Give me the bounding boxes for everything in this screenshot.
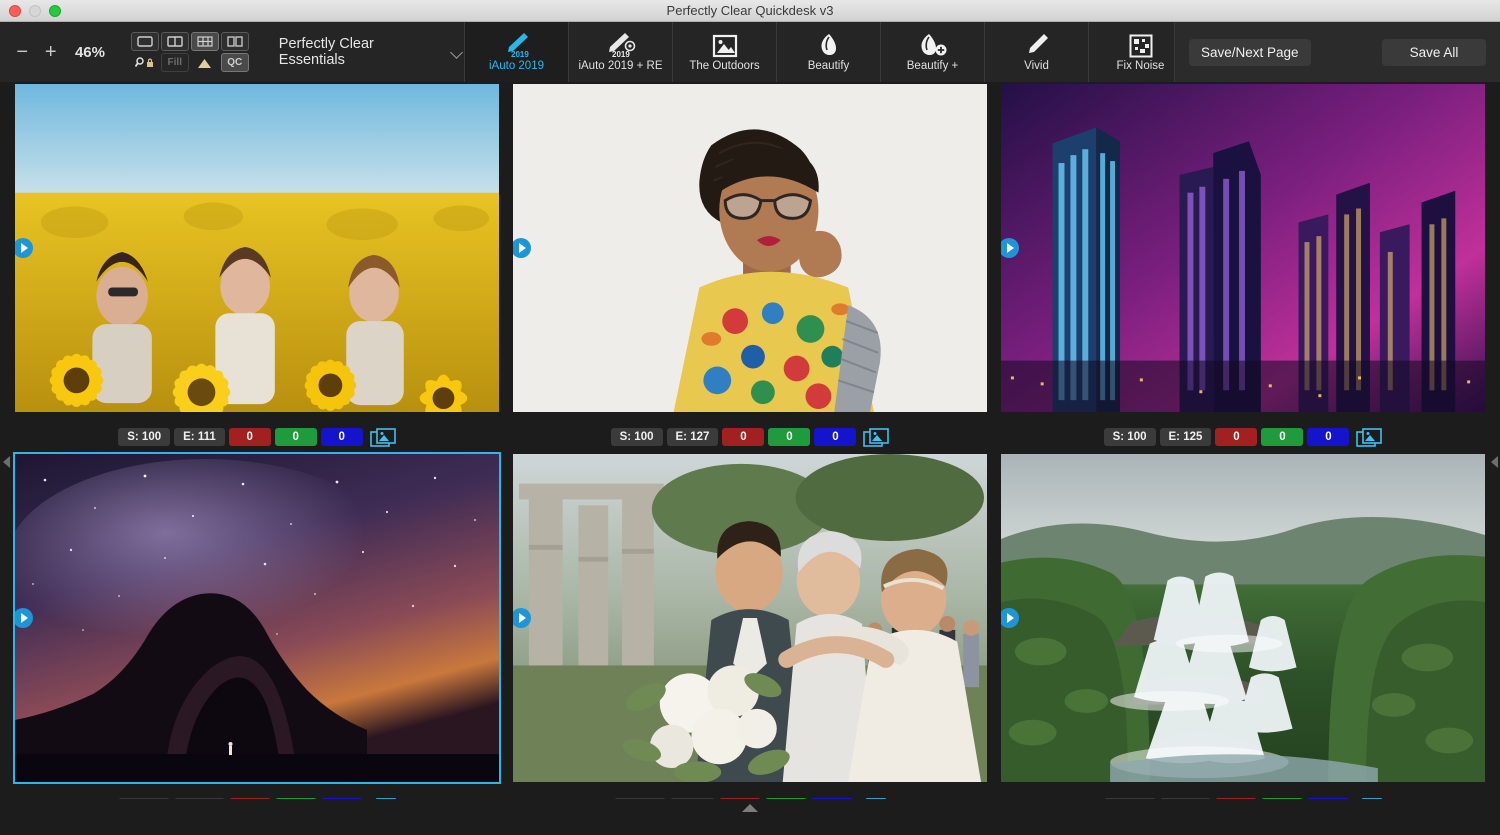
red-chip[interactable]: 0: [229, 428, 271, 446]
compare-play-icon[interactable]: [999, 608, 1019, 628]
brush-2019-re-icon: 2019: [603, 32, 639, 58]
exposure-chip: E: 125: [1160, 428, 1212, 446]
thumb-wedding[interactable]: S: 100 E: 97 0 0 0: [505, 452, 995, 822]
thumb-sunflowers[interactable]: S: 100 E: 111 0 0 0: [12, 82, 502, 452]
loupe-lock-icon[interactable]: [131, 53, 159, 72]
photo-wedding: [513, 454, 987, 782]
strength-chip: S: 100: [611, 428, 663, 446]
thumbnail-grid-area: S: 100 E: 111 0 0 0: [0, 82, 1500, 817]
view-mode-group: Fill QC: [131, 32, 249, 72]
thumbnail-grid: S: 100 E: 111 0 0 0: [12, 82, 1488, 822]
compare-play-icon[interactable]: [13, 608, 33, 628]
tab-the-outdoors[interactable]: The Outdoors: [673, 22, 777, 82]
thumbnail-image[interactable]: [511, 452, 989, 784]
exposure-chip: E: 111: [174, 428, 225, 446]
tab-label: Vivid: [1024, 60, 1049, 72]
photo-night-arch: [15, 454, 499, 782]
landscape-photo-icon: [712, 32, 738, 58]
thumb-waterfall[interactable]: S: 100 E: 125 0 0 0: [998, 452, 1488, 822]
thumb-portrait[interactable]: S: 100 E: 127 0 0 0: [505, 82, 995, 452]
thumbnail-image[interactable]: [999, 452, 1487, 784]
tab-label: The Outdoors: [689, 60, 759, 72]
face-plus-icon: [918, 32, 948, 58]
tab-label: iAuto 2019: [489, 60, 544, 72]
zoom-out-button[interactable]: −: [8, 41, 36, 64]
qc-toggle[interactable]: QC: [221, 53, 249, 72]
save-all-button[interactable]: Save All: [1382, 39, 1486, 66]
zoom-level-label: 46%: [75, 44, 115, 61]
save-panel: Save/Next Page Save All: [1174, 22, 1500, 82]
strength-chip: S: 100: [1104, 428, 1156, 446]
thumbnail-image[interactable]: [13, 452, 501, 784]
single-pane-icon[interactable]: [131, 32, 159, 51]
photo-sunflowers: [15, 84, 499, 412]
tab-iauto-2019[interactable]: 2019 iAuto 2019: [465, 22, 569, 82]
triangle-icon[interactable]: [191, 53, 219, 72]
green-chip[interactable]: 0: [275, 428, 317, 446]
green-chip[interactable]: 0: [1261, 428, 1303, 446]
brush-icon: [1024, 32, 1050, 58]
thumbnail-info-bar: S: 100 E: 127 0 0 0: [505, 426, 995, 448]
save-next-page-button[interactable]: Save/Next Page: [1189, 39, 1311, 66]
thumb-night-arch[interactable]: S: 100 E: 125 0 0 0: [12, 452, 502, 822]
exposure-chip: E: 127: [667, 428, 719, 446]
image-stack-icon[interactable]: [863, 428, 889, 447]
compare-play-icon[interactable]: [511, 608, 531, 628]
tab-iauto-2019-re[interactable]: 2019 iAuto 2019 + RE: [569, 22, 673, 82]
blue-chip[interactable]: 0: [814, 428, 856, 446]
tab-label: iAuto 2019 + RE: [578, 60, 662, 72]
tab-beautify-plus[interactable]: Beautify +: [881, 22, 985, 82]
zoom-in-button[interactable]: +: [36, 41, 64, 64]
green-chip[interactable]: 0: [768, 428, 810, 446]
strength-chip: S: 100: [118, 428, 170, 446]
thumbnail-image[interactable]: [511, 82, 989, 414]
tab-vivid[interactable]: Vivid: [985, 22, 1089, 82]
chevron-down-icon: [451, 48, 464, 56]
thumbnail-info-bar: S: 100 E: 125 0 0 0: [998, 426, 1488, 448]
svg-text:2019: 2019: [511, 50, 529, 58]
two-pane-icon[interactable]: [161, 32, 189, 51]
thumbnail-info-bar: S: 100 E: 111 0 0 0: [12, 426, 502, 448]
face-icon: [817, 32, 841, 58]
window-titlebar: Perfectly Clear Quickdesk v3: [0, 0, 1500, 22]
blue-chip[interactable]: 0: [321, 428, 363, 446]
tab-label: Fix Noise: [1117, 60, 1165, 72]
brush-2019-icon: 2019: [500, 32, 534, 58]
compare-play-icon[interactable]: [13, 238, 33, 258]
photo-portrait: [513, 84, 987, 412]
image-stack-icon[interactable]: [370, 428, 396, 447]
tab-label: Beautify +: [907, 60, 958, 72]
photo-city-skyline: [1001, 84, 1485, 412]
scroll-left-arrow-icon[interactable]: [0, 450, 12, 474]
thumb-city-skyline[interactable]: S: 100 E: 125 0 0 0: [998, 82, 1488, 452]
blue-chip[interactable]: 0: [1307, 428, 1349, 446]
toolbar-left-group: − + 46%: [0, 22, 465, 82]
preset-group-selector[interactable]: Perfectly Clear Essentials: [279, 36, 464, 68]
grid-icon[interactable]: [191, 32, 219, 51]
tab-beautify[interactable]: Beautify: [777, 22, 881, 82]
image-stack-icon[interactable]: [1356, 428, 1382, 447]
noise-grid-icon: [1129, 32, 1153, 58]
scroll-right-edge-arrow-icon[interactable]: [1488, 450, 1500, 474]
split-pane-icon[interactable]: [221, 32, 249, 51]
red-chip[interactable]: 0: [722, 428, 764, 446]
red-chip[interactable]: 0: [1215, 428, 1257, 446]
svg-text:2019: 2019: [612, 50, 630, 58]
thumbnail-image[interactable]: [13, 82, 501, 414]
compare-play-icon[interactable]: [999, 238, 1019, 258]
photo-waterfall: [1001, 454, 1485, 782]
preset-tabs: 2019 iAuto 2019 2019 iAuto 2019 + RE: [465, 22, 1209, 82]
tab-label: Beautify: [808, 60, 850, 72]
thumbnail-image[interactable]: [999, 82, 1487, 414]
window-title: Perfectly Clear Quickdesk v3: [0, 0, 1500, 22]
fill-toggle[interactable]: Fill: [161, 53, 189, 72]
compare-play-icon[interactable]: [511, 238, 531, 258]
scroll-up-arrow-icon[interactable]: [0, 799, 1500, 817]
preset-group-label: Perfectly Clear Essentials: [279, 36, 435, 68]
